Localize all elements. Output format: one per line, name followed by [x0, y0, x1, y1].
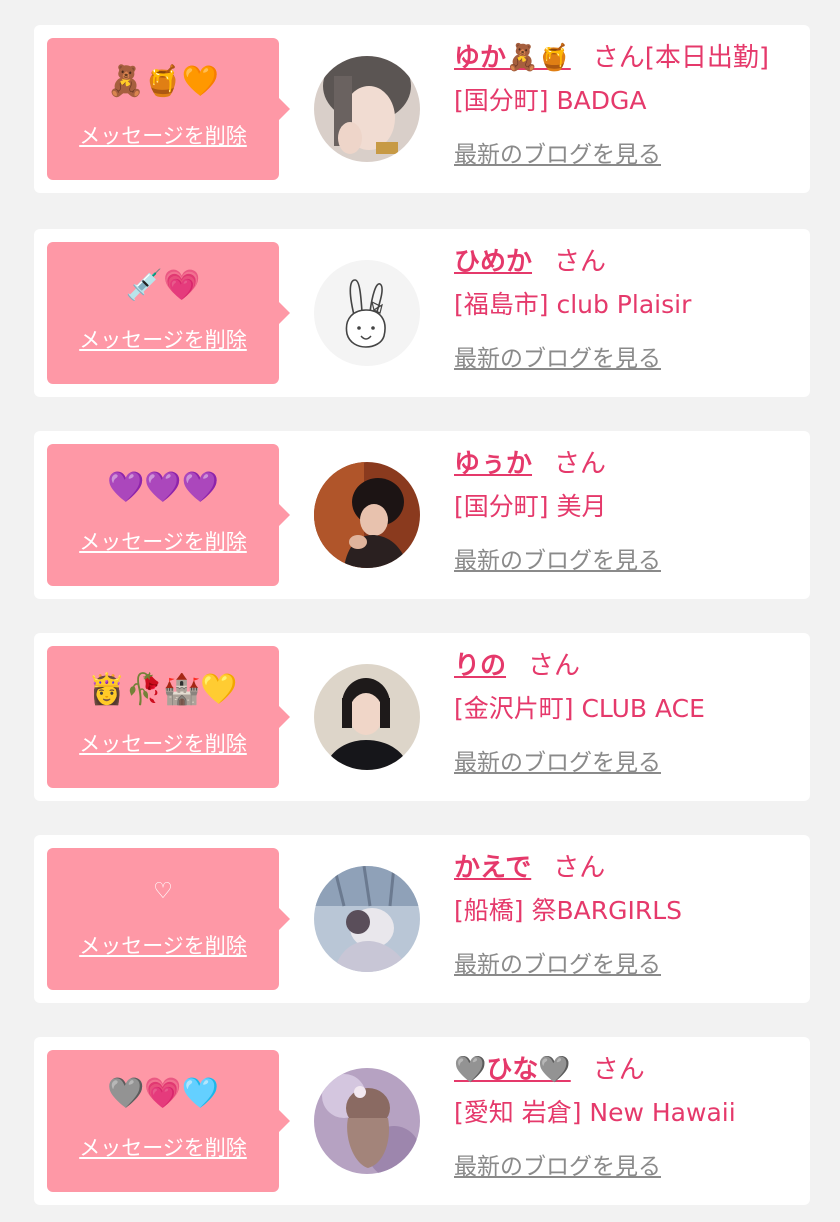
honorific: さん — [554, 247, 607, 277]
latest-blog-link[interactable]: 最新のブログを見る — [454, 945, 661, 979]
shop-location: [福島市] club Plaisir — [454, 290, 692, 319]
latest-blog-link[interactable]: 最新のブログを見る — [454, 1147, 661, 1181]
avatar[interactable] — [314, 664, 420, 770]
cast-name-link[interactable]: ゆか🧸🍯 — [454, 43, 571, 73]
name-row: ひめか さん — [454, 243, 794, 281]
delete-message-link[interactable]: メッセージを削除 — [47, 728, 279, 758]
message-emoji: 💉💗 — [125, 268, 201, 303]
shop-location: [愛知 岩倉] New Hawaii — [454, 1098, 736, 1127]
message-card: 👸🥀🏰💛 メッセージを削除 りの さん [金沢片町] CLUB ACE 最新のブロ… — [34, 633, 810, 801]
message-emoji: 🩶💗🩵 — [106, 1076, 220, 1111]
message-card: 🩶💗🩵 メッセージを削除 🩶ひな🩶 さん [愛知 岩倉] New Hawaii 最… — [34, 1037, 810, 1205]
shop-location: [国分町] BADGA — [454, 86, 647, 115]
cast-info: ゆぅか さん [国分町] 美月 最新のブログを見る — [454, 445, 794, 575]
avatar[interactable] — [314, 56, 420, 162]
message-emoji: ♡ — [153, 879, 173, 904]
avatar[interactable] — [314, 866, 420, 972]
message-list: 🧸🍯🧡 メッセージを削除 ゆか🧸🍯 さん[本日出勤] [国分町] BADGA 最新… — [0, 0, 840, 1222]
latest-blog-link[interactable]: 最新のブログを見る — [454, 541, 661, 575]
delete-message-link[interactable]: メッセージを削除 — [47, 120, 279, 150]
status-label: [本日出勤] — [644, 43, 770, 73]
delete-message-link[interactable]: メッセージを削除 — [47, 930, 279, 960]
message-bubble: ♡ メッセージを削除 — [47, 848, 290, 990]
cast-name-link[interactable]: ゆぅか — [454, 449, 532, 479]
honorific: さん — [553, 853, 606, 883]
cast-name-link[interactable]: りの — [454, 651, 506, 681]
message-bubble: 🩶💗🩵 メッセージを削除 — [47, 1050, 290, 1192]
latest-blog-link[interactable]: 最新のブログを見る — [454, 743, 661, 777]
message-card: 🧸🍯🧡 メッセージを削除 ゆか🧸🍯 さん[本日出勤] [国分町] BADGA 最新… — [34, 25, 810, 193]
avatar[interactable] — [314, 1068, 420, 1174]
cast-name-link[interactable]: かえで — [454, 853, 531, 883]
cast-info: 🩶ひな🩶 さん [愛知 岩倉] New Hawaii 最新のブログを見る — [454, 1051, 794, 1181]
honorific: さん — [592, 1055, 645, 1085]
name-row: ゆか🧸🍯 さん[本日出勤] — [454, 39, 794, 77]
message-emoji: 💜💜💜 — [106, 470, 220, 505]
cast-name-link[interactable]: 🩶ひな🩶 — [454, 1055, 571, 1085]
delete-message-link[interactable]: メッセージを削除 — [47, 324, 279, 354]
message-card: 💜💜💜 メッセージを削除 ゆぅか さん [国分町] 美月 最新のブログを見る — [34, 431, 810, 599]
shop-location: [国分町] 美月 — [454, 492, 607, 521]
honorific: さん — [592, 43, 645, 73]
delete-message-link[interactable]: メッセージを削除 — [47, 526, 279, 556]
delete-message-link[interactable]: メッセージを削除 — [47, 1132, 279, 1162]
latest-blog-link[interactable]: 最新のブログを見る — [454, 135, 661, 169]
cast-info: かえで さん [船橋] 祭BARGIRLS 最新のブログを見る — [454, 849, 794, 979]
message-emoji: 🧸🍯🧡 — [106, 64, 220, 99]
message-bubble: 💉💗 メッセージを削除 — [47, 242, 290, 384]
shop-location: [金沢片町] CLUB ACE — [454, 694, 705, 723]
cast-info: ゆか🧸🍯 さん[本日出勤] [国分町] BADGA 最新のブログを見る — [454, 39, 794, 169]
honorific: さん — [528, 651, 581, 681]
message-card: 💉💗 メッセージを削除 ひめか さん [福島市] club Plaisir 最新の… — [34, 229, 810, 397]
cast-name-link[interactable]: ひめか — [454, 247, 532, 277]
latest-blog-link[interactable]: 最新のブログを見る — [454, 339, 661, 373]
name-row: りの さん — [454, 647, 794, 685]
shop-location: [船橋] 祭BARGIRLS — [454, 896, 682, 925]
message-bubble: 💜💜💜 メッセージを削除 — [47, 444, 290, 586]
cast-info: りの さん [金沢片町] CLUB ACE 最新のブログを見る — [454, 647, 794, 777]
avatar[interactable] — [314, 260, 420, 366]
name-row: ゆぅか さん — [454, 445, 794, 483]
name-row: かえで さん — [454, 849, 794, 887]
honorific: さん — [554, 449, 607, 479]
message-bubble: 👸🥀🏰💛 メッセージを削除 — [47, 646, 290, 788]
name-row: 🩶ひな🩶 さん — [454, 1051, 794, 1089]
cast-info: ひめか さん [福島市] club Plaisir 最新のブログを見る — [454, 243, 794, 373]
message-card: ♡ メッセージを削除 かえで さん [船橋] 祭BARGIRLS 最新のブログを見… — [34, 835, 810, 1003]
avatar[interactable] — [314, 462, 420, 568]
message-emoji: 👸🥀🏰💛 — [88, 672, 238, 707]
message-bubble: 🧸🍯🧡 メッセージを削除 — [47, 38, 290, 180]
